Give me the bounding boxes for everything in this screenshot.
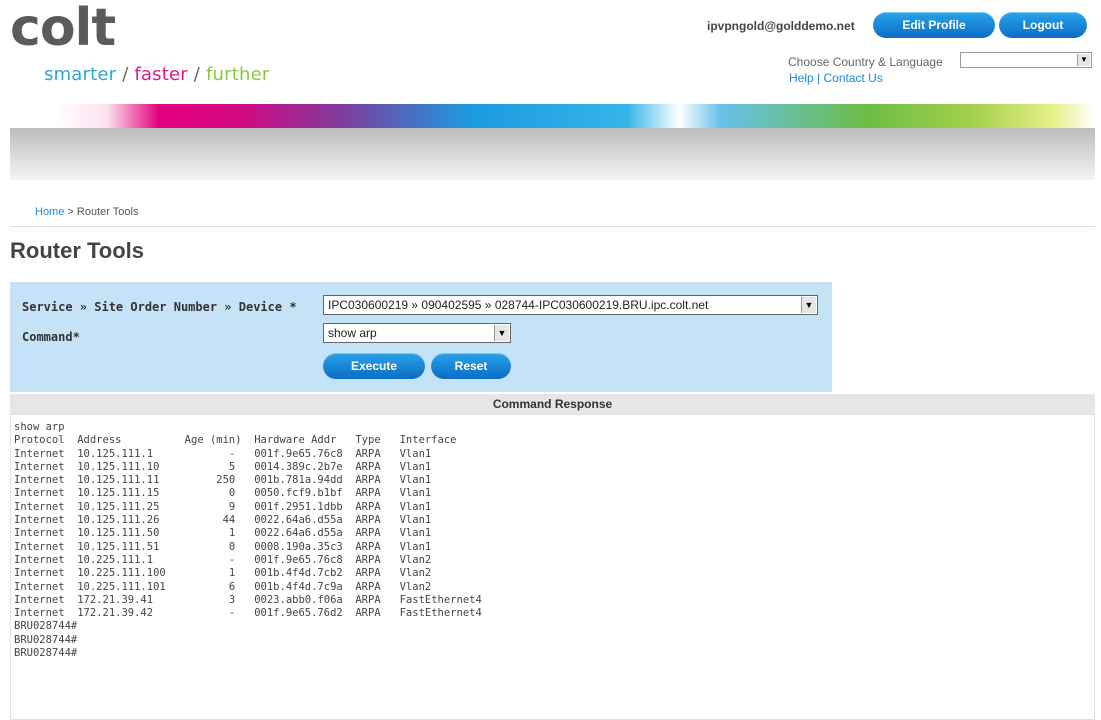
- reset-button[interactable]: Reset: [431, 353, 511, 379]
- command-select-value: show arp: [328, 326, 377, 340]
- logo-text: colt: [10, 0, 116, 58]
- command-label-text: Command: [22, 330, 73, 344]
- chevron-down-icon[interactable]: ▼: [801, 297, 816, 313]
- router-tools-form: Service » Site Order Number » Device * I…: [10, 282, 832, 392]
- header-gray-band: [10, 128, 1095, 180]
- required-marker: *: [72, 330, 80, 344]
- execute-button[interactable]: Execute: [323, 353, 425, 379]
- breadcrumb-separator: >: [64, 206, 77, 218]
- tagline-separator: /: [187, 64, 206, 85]
- command-response-output[interactable]: show arp Protocol Address Age (min) Hard…: [10, 414, 1095, 720]
- device-select-value: IPC030600219 » 090402595 » 028744-IPC030…: [328, 298, 709, 312]
- chevron-down-icon[interactable]: ▼: [494, 325, 509, 341]
- device-field-label: Service » Site Order Number » Device *: [22, 300, 297, 314]
- chevron-down-icon[interactable]: ▼: [1077, 54, 1090, 66]
- breadcrumb-current: Router Tools: [76, 206, 139, 218]
- command-field-label: Command*: [22, 330, 80, 344]
- required-marker: *: [289, 300, 297, 314]
- help-link[interactable]: Help: [789, 71, 814, 85]
- device-label-text: Service » Site Order Number » Device: [22, 300, 290, 314]
- user-email: ipvpngold@golddemo.net: [707, 19, 855, 33]
- country-language-label: Choose Country & Language: [788, 55, 943, 69]
- color-banner: [55, 104, 1095, 128]
- command-response-header: Command Response: [10, 394, 1095, 414]
- tagline: smarter / faster / further: [44, 64, 269, 85]
- command-select[interactable]: show arp ▼: [323, 323, 511, 343]
- tagline-faster: faster: [134, 64, 188, 85]
- divider: [10, 226, 1095, 227]
- page-title: Router Tools: [10, 238, 145, 263]
- edit-profile-button[interactable]: Edit Profile: [873, 12, 995, 38]
- command-response-text: show arp Protocol Address Age (min) Hard…: [14, 421, 482, 660]
- logout-button[interactable]: Logout: [999, 12, 1087, 38]
- country-language-select[interactable]: ▼: [960, 52, 1092, 68]
- links-separator: |: [813, 71, 824, 85]
- device-select[interactable]: IPC030600219 » 090402595 » 028744-IPC030…: [323, 295, 818, 315]
- tagline-further: further: [205, 64, 270, 85]
- colt-logo[interactable]: colt: [10, 0, 116, 58]
- tagline-smarter: smarter: [44, 64, 117, 85]
- help-links: Help | Contact Us: [789, 71, 883, 85]
- breadcrumb-home-link[interactable]: Home: [35, 206, 64, 218]
- contact-us-link[interactable]: Contact Us: [823, 71, 882, 85]
- breadcrumb: Home > Router Tools: [35, 206, 138, 218]
- tagline-separator: /: [116, 64, 135, 85]
